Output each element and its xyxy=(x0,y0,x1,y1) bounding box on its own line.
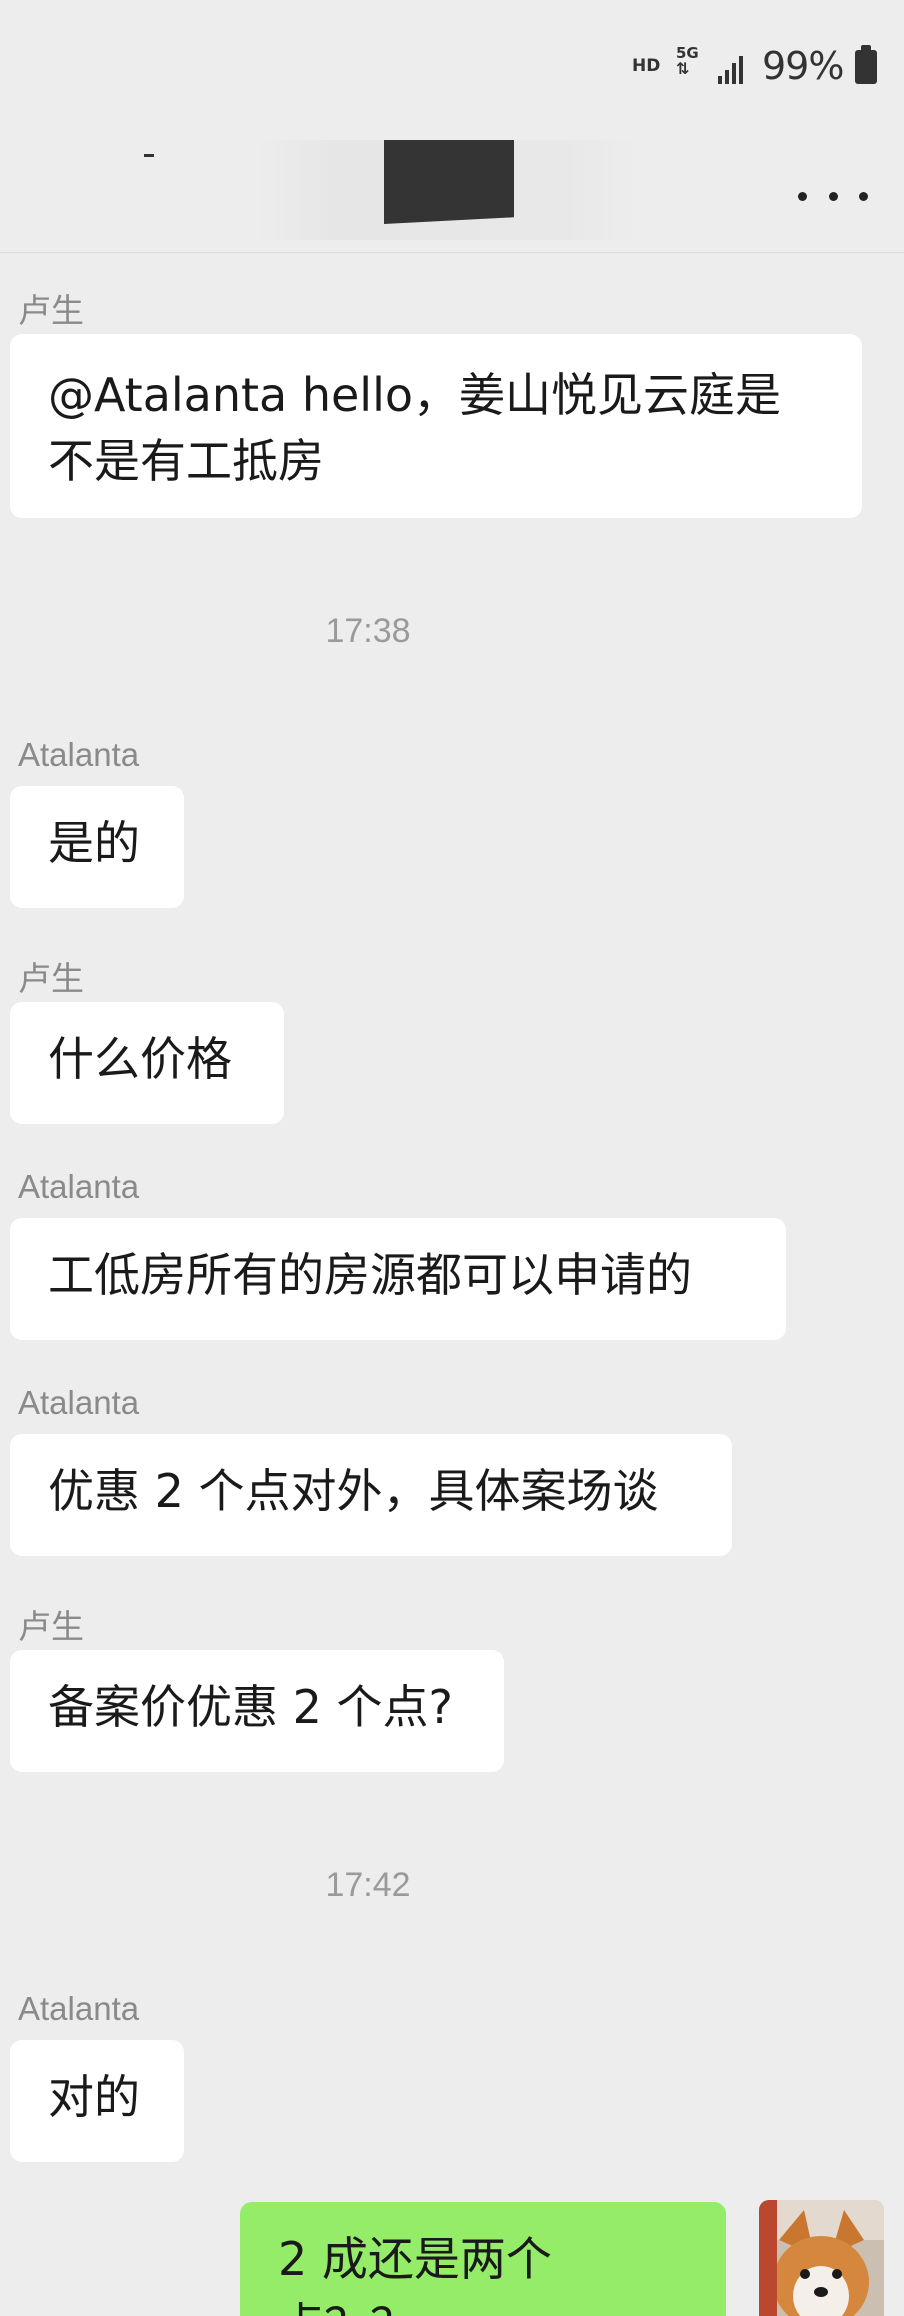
message-bubble[interactable]: 什么价格 xyxy=(10,1002,284,1124)
battery-percent: 99% xyxy=(762,44,844,88)
status-bar: HD 5G ⇅ 99% xyxy=(0,0,904,130)
message-timestamp: 17:42 xyxy=(325,1866,411,1904)
battery-icon xyxy=(855,45,877,84)
message-bubble[interactable]: @Atalanta hello，姜山悦见云庭是不是有工抵房 xyxy=(10,334,862,518)
hd-icon: HD xyxy=(632,56,661,76)
5g-icon: 5G ⇅ xyxy=(676,46,699,78)
chat-title-redaction xyxy=(384,140,514,224)
message-sender: Atalanta xyxy=(18,736,140,773)
message-timestamp: 17:38 xyxy=(325,612,411,650)
message-sender: Atalanta xyxy=(18,1168,140,1205)
message-sender: Atalanta xyxy=(18,1990,140,2027)
message-sender: 卢生 xyxy=(18,960,84,997)
back-icon[interactable] xyxy=(144,154,154,157)
message-bubble[interactable]: 优惠 2 个点对外，具体案场谈 xyxy=(10,1434,732,1556)
message-bubble[interactable]: 工低房所有的房源都可以申请的 xyxy=(10,1218,786,1340)
chat-screen: HD 5G ⇅ 99% 卢生 @Atalanta hello，姜山悦见云庭是不是… xyxy=(0,0,904,2316)
message-sender: 卢生 xyxy=(18,292,84,329)
message-sender: Atalanta xyxy=(18,1384,140,1421)
network-arrows-icon: ⇅ xyxy=(676,59,690,78)
avatar[interactable] xyxy=(759,2200,884,2316)
message-sender: 卢生 xyxy=(18,1608,84,1645)
my-message-bubble[interactable]: 2 成还是两个点？？ xyxy=(240,2202,726,2316)
more-icon[interactable] xyxy=(798,176,868,216)
message-bubble[interactable]: 备案价优惠 2 个点? xyxy=(10,1650,504,1772)
chat-title-bar xyxy=(0,130,904,253)
message-bubble[interactable]: 是的 xyxy=(10,786,184,908)
message-bubble[interactable]: 对的 xyxy=(10,2040,184,2162)
dog-avatar-icon xyxy=(759,2200,884,2316)
signal-icon xyxy=(718,50,750,84)
